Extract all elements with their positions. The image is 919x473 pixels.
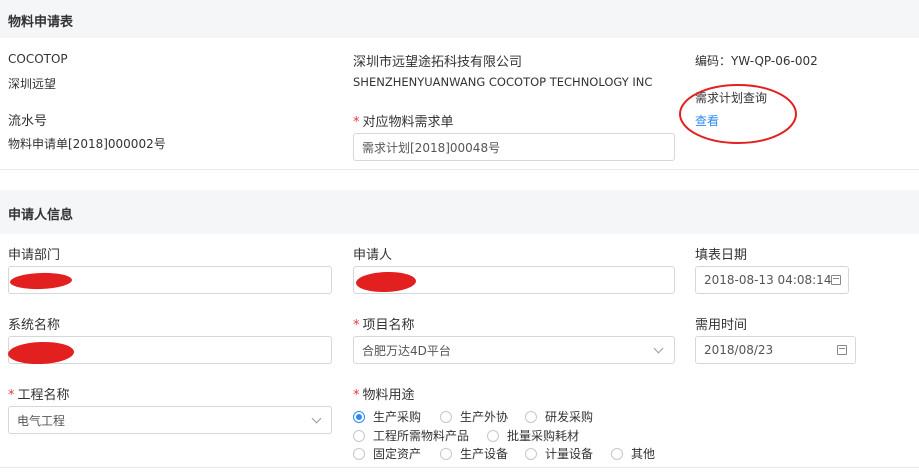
required-mark: * (8, 388, 15, 403)
red-circle-annotation (679, 84, 797, 144)
need-time-input[interactable]: 2018/08/23 (695, 336, 856, 364)
radio-icon (353, 429, 365, 442)
calendar-icon[interactable] (837, 345, 847, 355)
section-title: 物料申请表 (8, 15, 74, 30)
applicant-header: 申请人信息 (0, 190, 919, 234)
radio-icon (487, 429, 499, 442)
radio-icon (525, 447, 537, 460)
company-short-en: COCOTOP (8, 52, 68, 66)
form-code: 编码：YW-QP-06-002 (695, 54, 818, 68)
required-mark: * (353, 115, 360, 130)
need-time-label: 需用时间 (695, 318, 748, 333)
project-select[interactable]: 合肥万达4D平台 (353, 336, 675, 364)
bottom-divider (0, 467, 919, 468)
usage-radio[interactable]: 生产设备 (440, 445, 508, 462)
serial-label: 流水号 (8, 114, 48, 129)
company-full-cn: 深圳市远望途拓科技有限公司 (353, 55, 523, 70)
usage-radio[interactable]: 生产外协 (440, 408, 508, 425)
material-form-header: 物料申请表 (0, 0, 919, 38)
company-short-cn: 深圳远望 (8, 77, 57, 91)
section-title: 申请人信息 (8, 208, 74, 223)
project-label: * 项目名称 (353, 318, 415, 333)
usage-radio[interactable]: 工程所需物料产品 (353, 427, 469, 444)
demand-label: * 对应物料需求单 (353, 115, 454, 130)
usage-radio[interactable]: 生产采购 (353, 408, 421, 425)
usage-radio[interactable]: 研发采购 (525, 408, 593, 425)
usage-radio[interactable]: 批量采购耗材 (487, 427, 579, 444)
fill-date-label: 填表日期 (695, 248, 748, 263)
engineering-select[interactable]: 电气工程 (8, 406, 332, 434)
required-mark: * (353, 318, 360, 333)
radio-selected-icon (353, 410, 365, 423)
usage-label: * 物料用途 (353, 388, 415, 403)
section-divider (0, 169, 919, 170)
radio-icon (440, 410, 452, 423)
engineering-label: * 工程名称 (8, 388, 70, 403)
serial-value: 物料申请单[2018]000002号 (8, 137, 166, 151)
calendar-icon[interactable] (831, 275, 841, 285)
demand-input[interactable]: 需求计划[2018]00048号 (353, 133, 675, 161)
radio-icon (353, 447, 365, 460)
dept-label: 申请部门 (8, 248, 61, 263)
radio-icon (525, 410, 537, 423)
applicant-label: 申请人 (353, 248, 393, 263)
radio-icon (440, 447, 452, 460)
system-label: 系统名称 (8, 318, 61, 333)
usage-radio[interactable]: 其他 (611, 445, 655, 462)
fill-date-input[interactable]: 2018-08-13 04:08:14 (695, 266, 849, 294)
radio-icon (611, 447, 623, 460)
required-mark: * (353, 388, 360, 403)
company-full-en: SHENZHENYUANWANG COCOTOP TECHNOLOGY INC (353, 75, 653, 89)
usage-radio[interactable]: 固定资产 (353, 445, 421, 462)
usage-radio[interactable]: 计量设备 (525, 445, 593, 462)
